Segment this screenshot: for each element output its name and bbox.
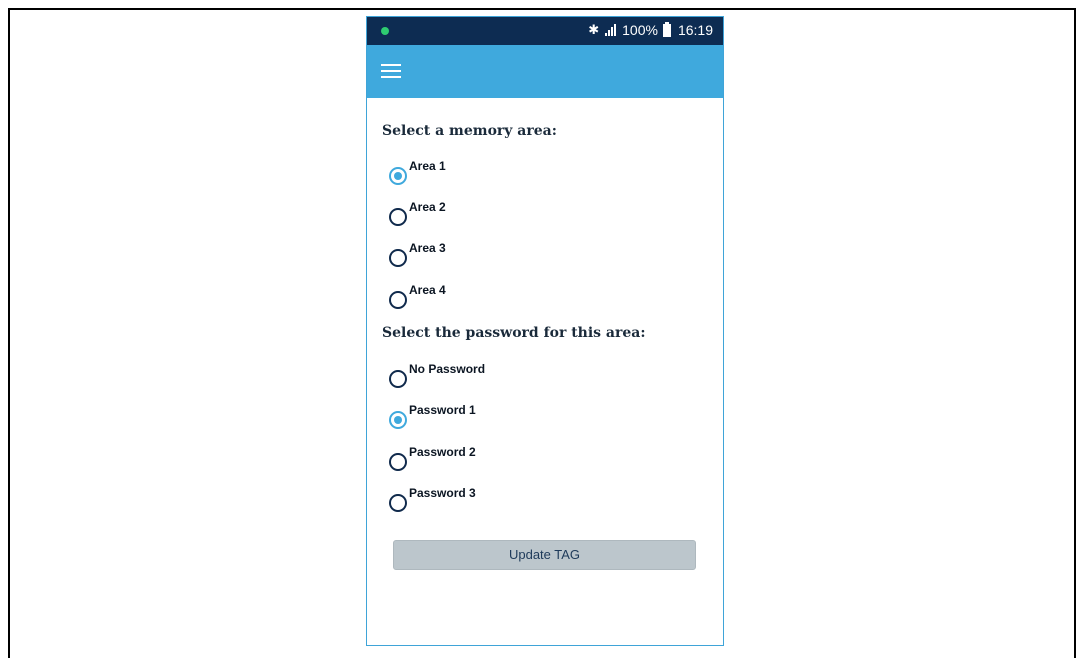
password-title: Select the password for this area: <box>382 325 646 341</box>
status-bar: ✱ 100% 16:19 <box>367 17 723 45</box>
radio-label: Password 3 <box>409 486 476 500</box>
radio-label: Area 1 <box>409 159 446 173</box>
app-bar <box>367 45 723 98</box>
status-time: 16:19 <box>677 22 713 38</box>
notification-dot-icon <box>381 27 389 35</box>
radio-checked-icon[interactable] <box>389 411 407 429</box>
radio-password-3[interactable]: Password 3 <box>387 486 687 514</box>
phone-screen: ✱ 100% 16:19 Select a memory area: Area … <box>366 16 724 646</box>
radio-label: Password 1 <box>409 403 476 417</box>
signal-icon <box>605 24 617 36</box>
bluetooth-icon: ✱ <box>588 22 600 37</box>
radio-unchecked-icon[interactable] <box>389 249 407 267</box>
radio-label: Password 2 <box>409 445 476 459</box>
radio-area-1[interactable]: Area 1 <box>387 159 687 187</box>
radio-no-password[interactable]: No Password <box>387 362 687 390</box>
hamburger-menu-icon[interactable] <box>381 63 401 79</box>
radio-area-2[interactable]: Area 2 <box>387 200 687 228</box>
radio-area-4[interactable]: Area 4 <box>387 283 687 311</box>
radio-unchecked-icon[interactable] <box>389 494 407 512</box>
radio-area-3[interactable]: Area 3 <box>387 241 687 269</box>
update-tag-button[interactable]: Update TAG <box>393 540 696 570</box>
radio-label: No Password <box>409 362 486 376</box>
radio-checked-icon[interactable] <box>389 167 407 185</box>
radio-label: Area 3 <box>409 241 446 255</box>
status-indicators: ✱ 100% 16:19 <box>588 21 713 38</box>
radio-password-1[interactable]: Password 1 <box>387 403 687 431</box>
memory-area-title: Select a memory area: <box>382 123 557 139</box>
radio-unchecked-icon[interactable] <box>389 291 407 309</box>
battery-percent: 100% <box>622 22 658 38</box>
radio-unchecked-icon[interactable] <box>389 453 407 471</box>
radio-password-2[interactable]: Password 2 <box>387 445 687 473</box>
battery-icon <box>662 21 671 37</box>
radio-label: Area 2 <box>409 200 446 214</box>
radio-label: Area 4 <box>409 283 446 297</box>
radio-unchecked-icon[interactable] <box>389 208 407 226</box>
radio-unchecked-icon[interactable] <box>389 370 407 388</box>
main-content: Select a memory area: Area 1 Area 2 Area… <box>367 98 723 645</box>
